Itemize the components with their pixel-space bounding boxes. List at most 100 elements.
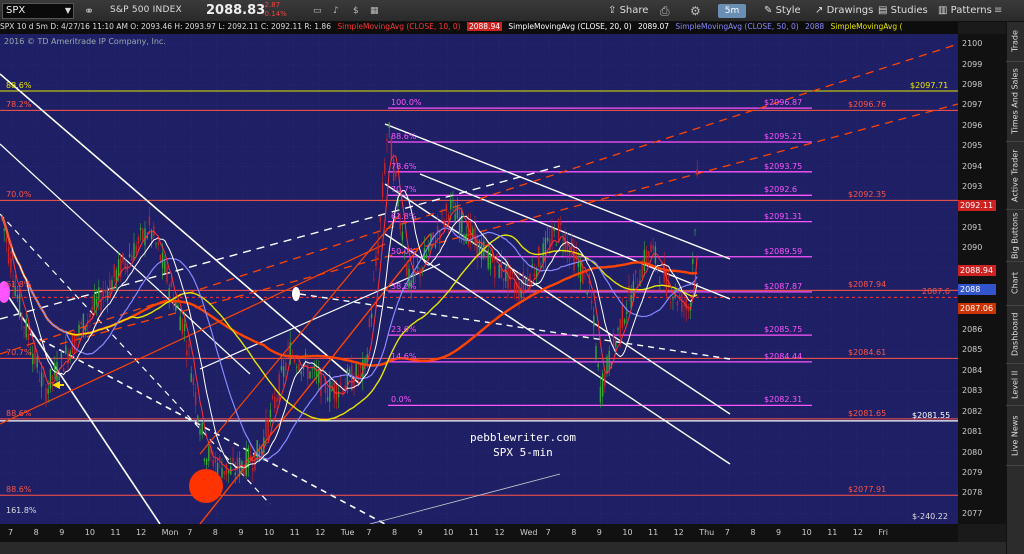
fib-value-label: $2085.75 [764, 325, 803, 335]
candle-body [18, 293, 21, 318]
side-tab-live-news[interactable]: Live News [1006, 406, 1024, 466]
candle-body [65, 345, 67, 354]
candle-body [331, 389, 333, 391]
calendar-icon[interactable]: ▦ [370, 3, 379, 19]
menu-icon[interactable]: ≡ [994, 3, 1002, 19]
candle-body [450, 199, 452, 210]
news-icon[interactable]: ▭ [313, 3, 322, 19]
patterns-button[interactable]: ▥ Patterns [938, 3, 992, 19]
candle-body [51, 375, 54, 380]
candle-body [555, 244, 558, 246]
side-tab-big-buttons[interactable]: Big Buttons [1006, 210, 1024, 262]
bottom-scrollbar[interactable] [0, 542, 1006, 554]
candle-body [221, 467, 223, 478]
studies-button[interactable]: ▤ Studies [878, 3, 928, 19]
link-icon[interactable]: ⚭ [84, 3, 94, 19]
candle-body [10, 257, 12, 273]
price-tick: 2085 [962, 345, 983, 355]
side-tab-chart[interactable]: Chart [1006, 262, 1024, 306]
candle-body [293, 359, 296, 363]
candle-body [282, 366, 285, 377]
sma10-line [1, 155, 698, 472]
fib-pct-label: 61.8% [6, 280, 32, 290]
sma20-line [1, 190, 698, 469]
candle-body [216, 462, 219, 475]
level-label: $2081.55 [912, 410, 951, 420]
candle-body [654, 246, 657, 264]
price-tick: 2083 [962, 386, 983, 396]
candle-body [461, 210, 463, 233]
time-tick: 9 [596, 528, 602, 537]
candle-body [469, 221, 472, 240]
sma10-label[interactable]: SimpleMovingAvg (CLOSE, 10, 0) [337, 22, 460, 31]
candle-body [652, 245, 654, 250]
share-button[interactable]: ⇪ Share [608, 3, 648, 19]
candle-body [214, 457, 217, 463]
red-dot-marker [189, 469, 223, 503]
dollar-icon[interactable]: $ [353, 3, 359, 19]
candle-body [181, 319, 184, 334]
candle-body [621, 304, 624, 328]
candle-body [142, 229, 144, 241]
side-tab-active-trader[interactable]: Active Trader [1006, 142, 1024, 210]
price-tick: 2098 [962, 80, 983, 90]
candle-body [78, 324, 80, 334]
bell-icon[interactable]: ♪ [333, 3, 339, 19]
sma20-label[interactable]: SimpleMovingAvg (CLOSE, 20, 0) [508, 22, 631, 31]
trend-line [384, 123, 731, 260]
price-tick: 2081 [962, 427, 983, 437]
fib-value-label: $2097.71 [910, 80, 949, 90]
candle-body [329, 381, 331, 402]
price-tick: 2097 [962, 100, 983, 110]
candle-body [582, 267, 584, 284]
style-button[interactable]: ✎ Style [764, 3, 801, 19]
drawings-button[interactable]: ↗ Drawings [815, 3, 873, 19]
candle-body [672, 298, 674, 300]
candle-body [205, 458, 208, 465]
side-tab-trade[interactable]: Trade [1006, 22, 1024, 62]
trend-line [0, 165, 561, 320]
candle-body [179, 316, 181, 331]
sma-extra-label[interactable]: SimpleMovingAvg ( [831, 22, 903, 31]
candle-body [111, 280, 113, 290]
gear-icon[interactable]: ⚙ [690, 3, 701, 19]
side-tab-level-ii[interactable]: Level II [1006, 364, 1024, 406]
print-icon[interactable]: ⎙ [660, 3, 670, 19]
time-tick: 12 [673, 528, 684, 537]
price-tick: 2077 [962, 508, 983, 518]
candle-body [267, 418, 269, 439]
candle-body [177, 305, 179, 308]
copyright-notice: 2016 © TD Ameritrade IP Company, Inc. [4, 37, 166, 46]
candle-body [155, 243, 157, 245]
time-tick: 10 [84, 528, 95, 537]
candle-body [692, 258, 694, 264]
candle-body [454, 214, 456, 223]
candle-body [434, 244, 437, 248]
candle-body [128, 254, 131, 257]
candle-body [595, 346, 597, 360]
interval-button[interactable]: 5m [718, 4, 746, 18]
symbol-input[interactable]: SPX ▼ [2, 3, 74, 19]
candle-body [232, 457, 234, 463]
candle-body [533, 273, 536, 277]
candle-body [441, 213, 443, 215]
sma10-value: 2088.94 [466, 22, 502, 31]
time-tick: 8 [750, 528, 756, 537]
side-tab-dashboard[interactable]: Dashboard [1006, 306, 1024, 364]
trend-line [369, 473, 561, 524]
fib-pct-label: 88.6% [6, 408, 32, 418]
fib-value-label: $2092.6 [764, 185, 798, 195]
candle-body [373, 279, 375, 281]
candle-body [487, 249, 489, 269]
candle-body [40, 372, 43, 387]
sma50-label[interactable]: SimpleMovingAvg (CLOSE, 50, 0) [675, 22, 798, 31]
side-tab-times-and-sales[interactable]: Times And Sales [1006, 62, 1024, 142]
chevron-down-icon[interactable]: ▼ [65, 4, 71, 18]
candle-body [626, 311, 628, 315]
candle-body [557, 219, 560, 241]
time-tick: 7 [724, 528, 730, 537]
candle-body [463, 234, 465, 239]
fib-pct-label: 88.6% [6, 80, 32, 90]
candle-body [597, 363, 599, 368]
price-tick: 2094 [962, 161, 983, 171]
